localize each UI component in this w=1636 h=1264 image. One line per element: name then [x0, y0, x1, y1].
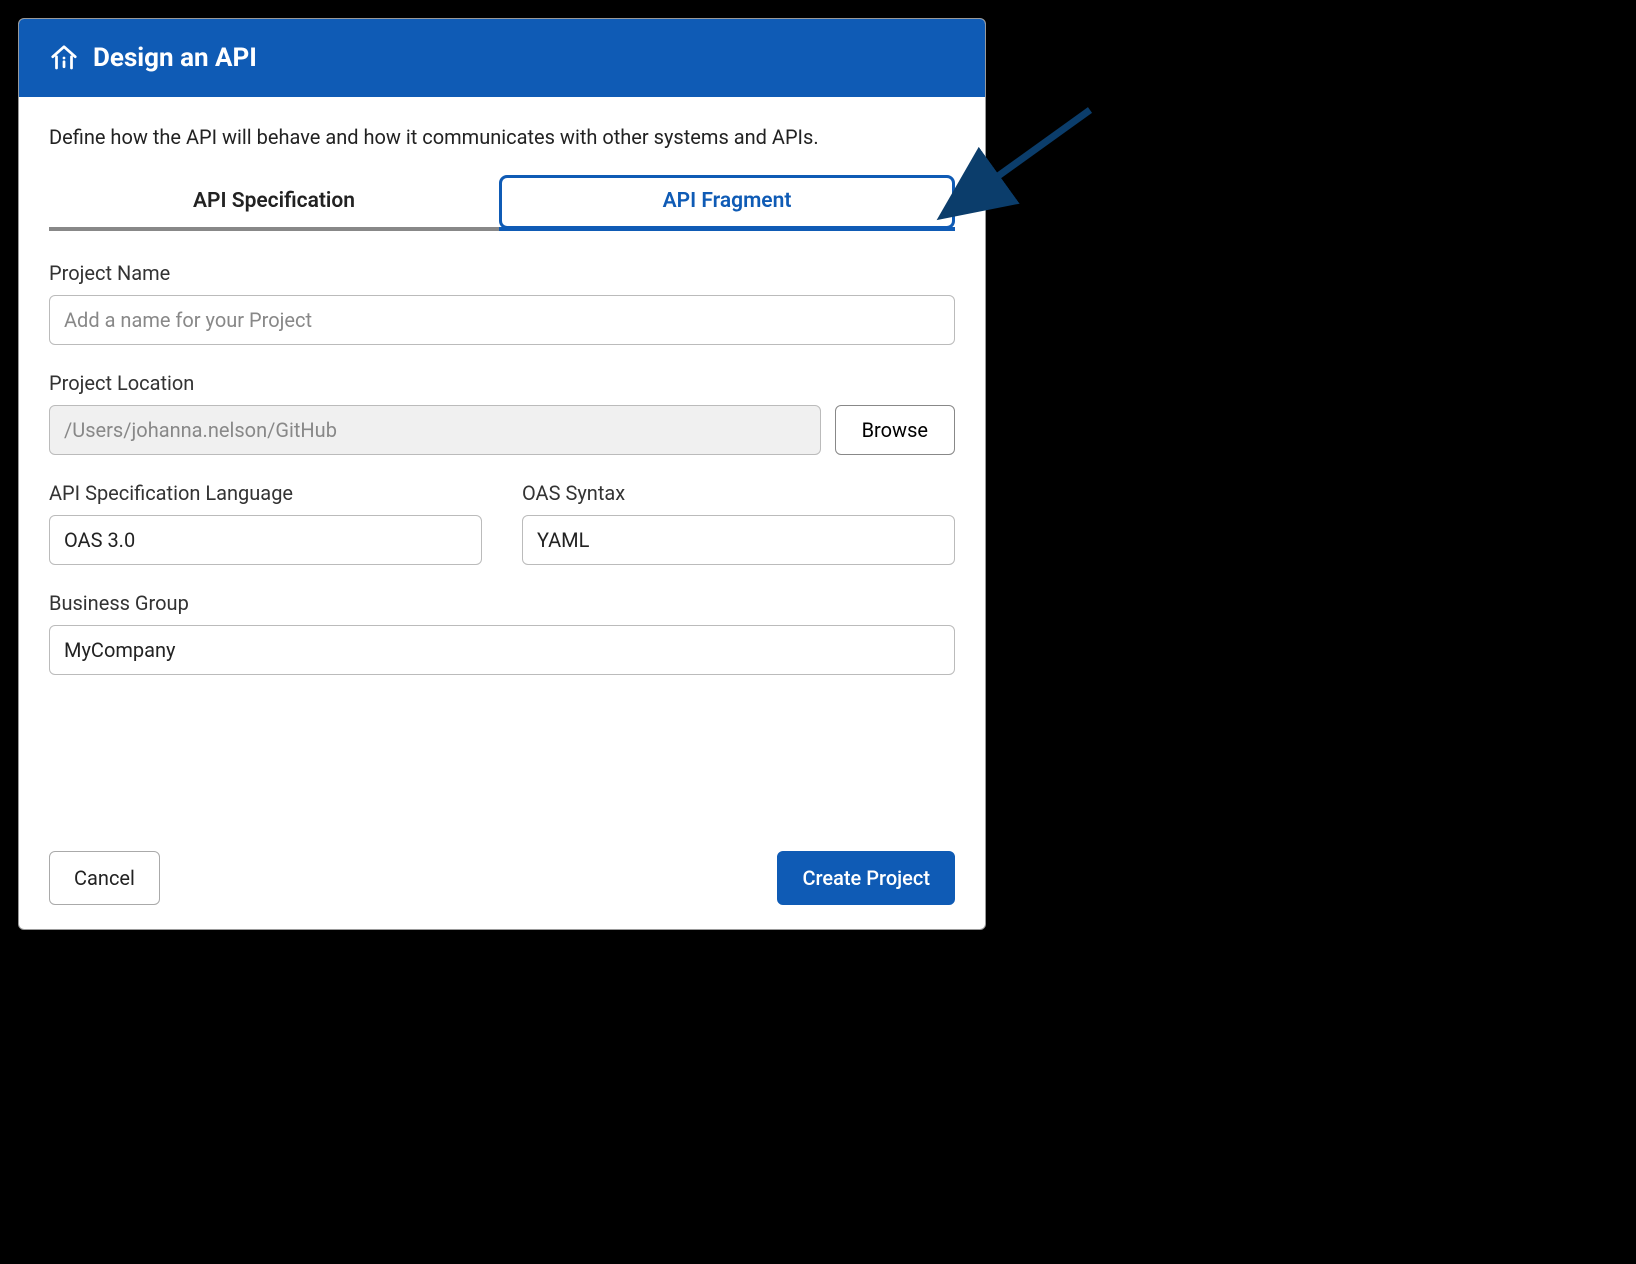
dialog-footer: Cancel Create Project [49, 851, 955, 905]
tab-api-fragment[interactable]: API Fragment [499, 175, 955, 229]
tab-api-specification[interactable]: API Specification [49, 175, 499, 231]
dialog-description: Define how the API will behave and how i… [49, 125, 955, 149]
project-name-input[interactable] [49, 295, 955, 345]
cancel-button[interactable]: Cancel [49, 851, 160, 905]
field-business-group: Business Group [49, 591, 955, 675]
field-oas-syntax: OAS Syntax [522, 481, 955, 565]
business-group-label: Business Group [49, 591, 955, 615]
business-group-select[interactable] [49, 625, 955, 675]
api-spec-language-label: API Specification Language [49, 481, 482, 505]
field-project-location: Project Location Browse [49, 371, 955, 455]
browse-button[interactable]: Browse [835, 405, 955, 455]
oas-syntax-select[interactable] [522, 515, 955, 565]
project-location-label: Project Location [49, 371, 955, 395]
dialog-body: Define how the API will behave and how i… [19, 97, 985, 715]
field-api-spec-language: API Specification Language [49, 481, 482, 565]
form: Project Name Project Location Browse API… [49, 261, 955, 675]
home-api-icon [49, 43, 79, 73]
design-api-dialog: Design an API Define how the API will be… [18, 18, 986, 930]
api-spec-language-select[interactable] [49, 515, 482, 565]
dialog-header: Design an API [19, 19, 985, 97]
project-name-label: Project Name [49, 261, 955, 285]
dialog-title: Design an API [93, 43, 257, 73]
project-location-input [49, 405, 821, 455]
create-project-button[interactable]: Create Project [777, 851, 955, 905]
field-project-name: Project Name [49, 261, 955, 345]
oas-syntax-label: OAS Syntax [522, 481, 955, 505]
tabs: API Specification API Fragment [49, 175, 955, 231]
